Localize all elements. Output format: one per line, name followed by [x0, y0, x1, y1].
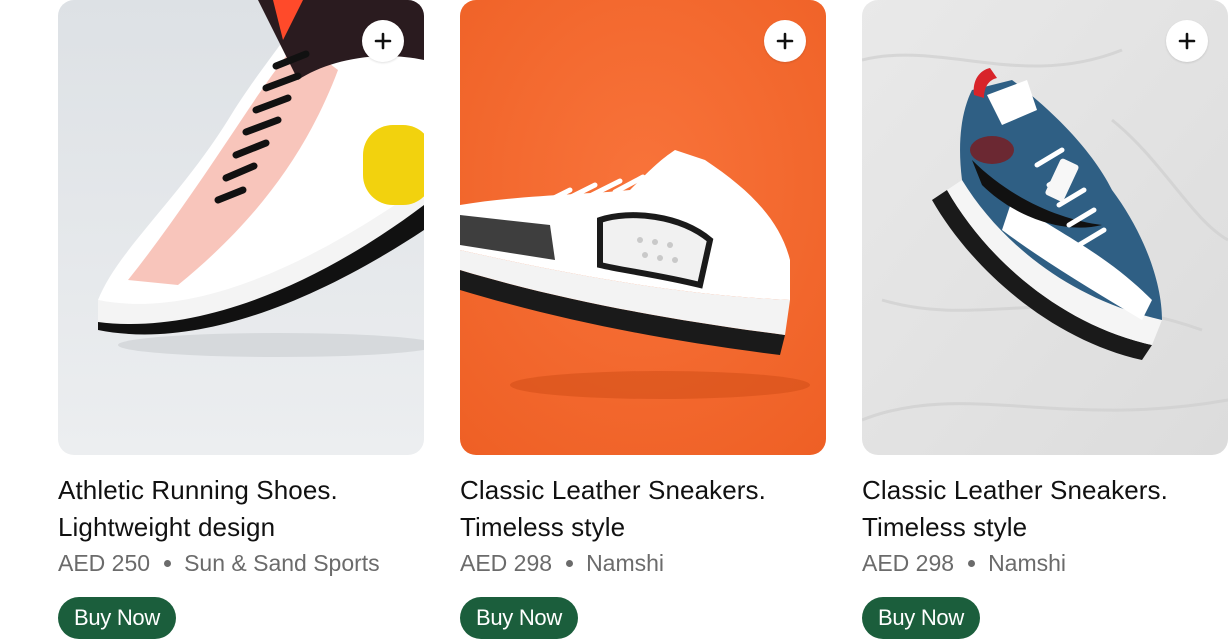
buy-now-button[interactable]: Buy Now	[58, 597, 176, 639]
product-title[interactable]: Athletic Running Shoes. Lightweight desi…	[58, 472, 424, 546]
high-top-sneaker-image	[862, 0, 1228, 455]
product-title[interactable]: Classic Leather Sneakers. Timeless style	[460, 472, 826, 546]
product-price: AED 298	[862, 550, 955, 576]
product-title-line2: Lightweight design	[58, 512, 276, 542]
running-shoe-image	[58, 0, 424, 455]
separator-dot	[566, 560, 574, 567]
buy-now-button[interactable]: Buy Now	[862, 597, 980, 639]
product-price: AED 250	[58, 550, 151, 576]
product-meta: AED 298 Namshi	[862, 550, 1228, 577]
product-meta: AED 298 Namshi	[460, 550, 826, 577]
product-title-line1: Athletic Running Shoes.	[58, 475, 338, 505]
plus-icon	[776, 32, 794, 50]
leather-sneaker-image	[460, 0, 826, 455]
product-card[interactable]: Classic Leather Sneakers. Timeless style…	[862, 0, 1228, 639]
product-title-line1: Classic Leather Sneakers.	[460, 475, 766, 505]
product-seller: Namshi	[988, 550, 1067, 576]
product-card[interactable]: Athletic Running Shoes. Lightweight desi…	[58, 0, 424, 639]
separator-dot	[968, 560, 976, 567]
product-image-high-top-sneaker[interactable]	[862, 0, 1228, 455]
add-to-wishlist-button[interactable]	[362, 20, 404, 62]
product-title-line1: Classic Leather Sneakers.	[862, 475, 1168, 505]
plus-icon	[1178, 32, 1196, 50]
product-card[interactable]: Classic Leather Sneakers. Timeless style…	[460, 0, 826, 639]
product-seller: Sun & Sand Sports	[184, 550, 380, 576]
add-to-wishlist-button[interactable]	[764, 20, 806, 62]
product-title-line2: Timeless style	[460, 512, 626, 542]
product-meta: AED 250 Sun & Sand Sports	[58, 550, 424, 577]
plus-icon	[374, 32, 392, 50]
buy-now-button[interactable]: Buy Now	[460, 597, 578, 639]
separator-dot	[164, 560, 172, 567]
product-seller: Namshi	[586, 550, 665, 576]
product-price: AED 298	[460, 550, 553, 576]
product-title-line2: Timeless style	[862, 512, 1028, 542]
product-image-leather-sneaker[interactable]	[460, 0, 826, 455]
product-image-running-shoe[interactable]	[58, 0, 424, 455]
product-title[interactable]: Classic Leather Sneakers. Timeless style	[862, 472, 1228, 546]
add-to-wishlist-button[interactable]	[1166, 20, 1208, 62]
